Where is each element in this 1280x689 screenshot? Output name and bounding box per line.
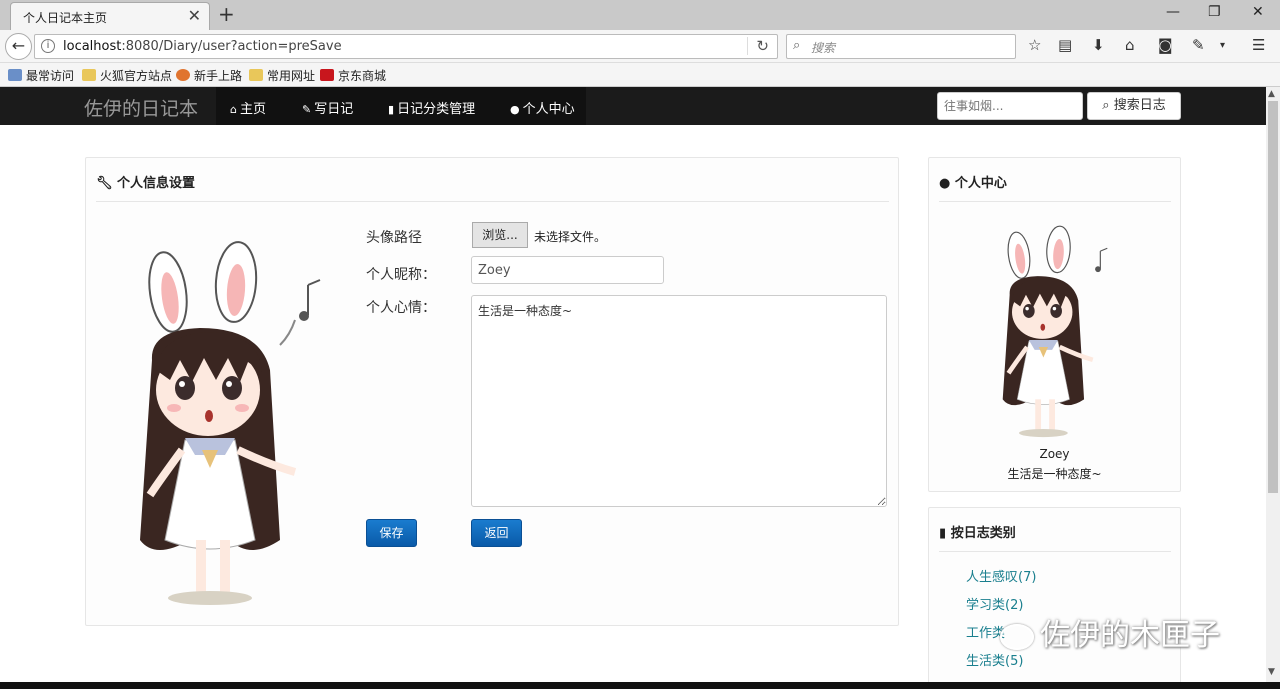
- os-taskbar: [0, 682, 1280, 689]
- nav-item-write-diary[interactable]: ✎ 写日记: [302, 98, 353, 117]
- browser-navbar: ← i localhost:8080/Diary/user?action=pre…: [0, 30, 1280, 63]
- dropdown-chevron-icon[interactable]: ▾: [1220, 40, 1225, 51]
- divider: [939, 201, 1171, 202]
- home-icon: ⌂: [230, 103, 237, 116]
- hamburger-menu-icon[interactable]: ☰: [1252, 36, 1265, 54]
- page-scrollbar[interactable]: ▲ ▼: [1266, 87, 1280, 682]
- star-bookmark-icon[interactable]: ☆: [1028, 36, 1041, 54]
- restore-icon[interactable]: ❐: [1208, 4, 1221, 20]
- divider: [96, 201, 889, 202]
- jd-logo-icon: [320, 69, 334, 81]
- nav-item-user-center[interactable]: ● 个人中心: [510, 98, 575, 117]
- watermark: 佐伊的木匣子: [1000, 610, 1220, 654]
- profile-avatar-image: [1002, 225, 1108, 438]
- diary-search-button[interactable]: ⌕ 搜索日志: [1087, 92, 1181, 120]
- bookmark-item[interactable]: 火狐官方站点: [82, 67, 172, 84]
- scroll-down-icon[interactable]: ▼: [1268, 667, 1275, 677]
- url-text: localhost:8080/Diary/user?action=preSave: [63, 39, 342, 54]
- divider: [939, 551, 1171, 552]
- url-host: localhost: [63, 39, 122, 54]
- browser-tab[interactable]: 个人日记本主页 ✕: [10, 2, 210, 30]
- nav-item-home[interactable]: ⌂ 主页: [230, 98, 266, 117]
- tab-close-icon[interactable]: ✕: [188, 6, 201, 25]
- pencil-icon: ✎: [302, 103, 312, 116]
- profile-panel-title: ● 个人中心: [939, 176, 1007, 191]
- download-icon[interactable]: ⬇: [1092, 36, 1105, 54]
- file-status-text: 未选择文件。: [534, 230, 607, 244]
- browse-file-button[interactable]: 浏览...: [472, 222, 528, 248]
- wrench-icon: 🔧︎: [96, 176, 118, 191]
- save-button[interactable]: 保存: [366, 519, 417, 547]
- book-icon: ▮: [939, 526, 951, 541]
- nickname-label: 个人昵称：: [366, 267, 436, 283]
- bookmark-folder-icon: [8, 69, 22, 81]
- categories-panel-title: ▮ 按日志类别: [939, 526, 1016, 541]
- search-icon: ⌕: [1102, 98, 1114, 113]
- avatar-path-label: 头像路径: [366, 230, 422, 246]
- folder-icon: [82, 69, 96, 81]
- window-close-icon[interactable]: ✕: [1252, 4, 1264, 20]
- pocket-icon[interactable]: ◙: [1158, 36, 1173, 54]
- mood-textarea[interactable]: 生活是一种态度~: [471, 295, 887, 507]
- wechat-icon: [1000, 623, 1034, 650]
- user-icon: ●: [939, 176, 955, 191]
- site-navbar: 佐伊的日记本 ⌂主页 ✎写日记 ▮日记分类管理 ●个人中心 ⌕ 搜索日志: [0, 87, 1266, 125]
- search-icon: ⌕: [793, 38, 801, 53]
- info-icon[interactable]: i: [41, 39, 55, 53]
- tab-title: 个人日记本主页: [23, 11, 108, 25]
- url-path: :8080/Diary/user?action=preSave: [121, 39, 342, 54]
- back-arrow-icon[interactable]: ←: [5, 33, 32, 60]
- settings-panel-title: 🔧︎ 个人信息设置: [96, 176, 196, 191]
- address-bar[interactable]: i localhost:8080/Diary/user?action=preSa…: [34, 34, 778, 59]
- user-icon: ●: [510, 103, 520, 116]
- nickname-input[interactable]: [471, 256, 664, 284]
- folder-icon: [249, 69, 263, 81]
- extension-icon[interactable]: ✎: [1192, 36, 1205, 54]
- bookmark-item[interactable]: 最常访问: [8, 67, 74, 84]
- scroll-up-icon[interactable]: ▲: [1268, 89, 1275, 99]
- nav-menu: ⌂ 主页 ✎ 写日记 ▮ 日记分类管理 ● 个人中心: [216, 87, 586, 125]
- home-icon[interactable]: ⌂: [1125, 36, 1135, 54]
- diary-search-input[interactable]: [937, 92, 1083, 120]
- profile-mood: 生活是一种态度~: [1007, 467, 1102, 481]
- nav-item-category-manage[interactable]: ▮ 日记分类管理: [388, 98, 475, 117]
- scroll-thumb[interactable]: [1268, 101, 1278, 493]
- browser-search-placeholder: 搜索: [811, 41, 836, 55]
- reload-icon[interactable]: ↻: [747, 37, 769, 55]
- book-icon: ▮: [388, 103, 395, 116]
- minimize-icon[interactable]: —: [1166, 4, 1180, 20]
- profile-nickname: Zoey: [1039, 447, 1070, 461]
- bookmarks-toolbar: 最常访问 火狐官方站点 新手上路 常用网址 京东商城: [0, 63, 1280, 87]
- brand-title[interactable]: 佐伊的日记本: [84, 94, 198, 121]
- bookmark-item[interactable]: 京东商城: [320, 67, 386, 84]
- browser-search-field[interactable]: ⌕ 搜索: [786, 34, 1016, 59]
- bookmark-item[interactable]: 常用网址: [249, 67, 315, 84]
- avatar-illustration: [140, 241, 321, 605]
- reading-list-icon[interactable]: ▤: [1058, 36, 1072, 54]
- back-button[interactable]: 返回: [471, 519, 522, 547]
- firefox-icon: [176, 69, 190, 81]
- browser-tabbar: 个人日记本主页 ✕ + — ❐ ✕: [0, 0, 1280, 30]
- new-tab-icon[interactable]: +: [218, 2, 235, 26]
- bookmark-item[interactable]: 新手上路: [176, 67, 242, 84]
- mood-label: 个人心情：: [366, 300, 436, 316]
- category-link[interactable]: 人生感叹(7): [966, 566, 1036, 585]
